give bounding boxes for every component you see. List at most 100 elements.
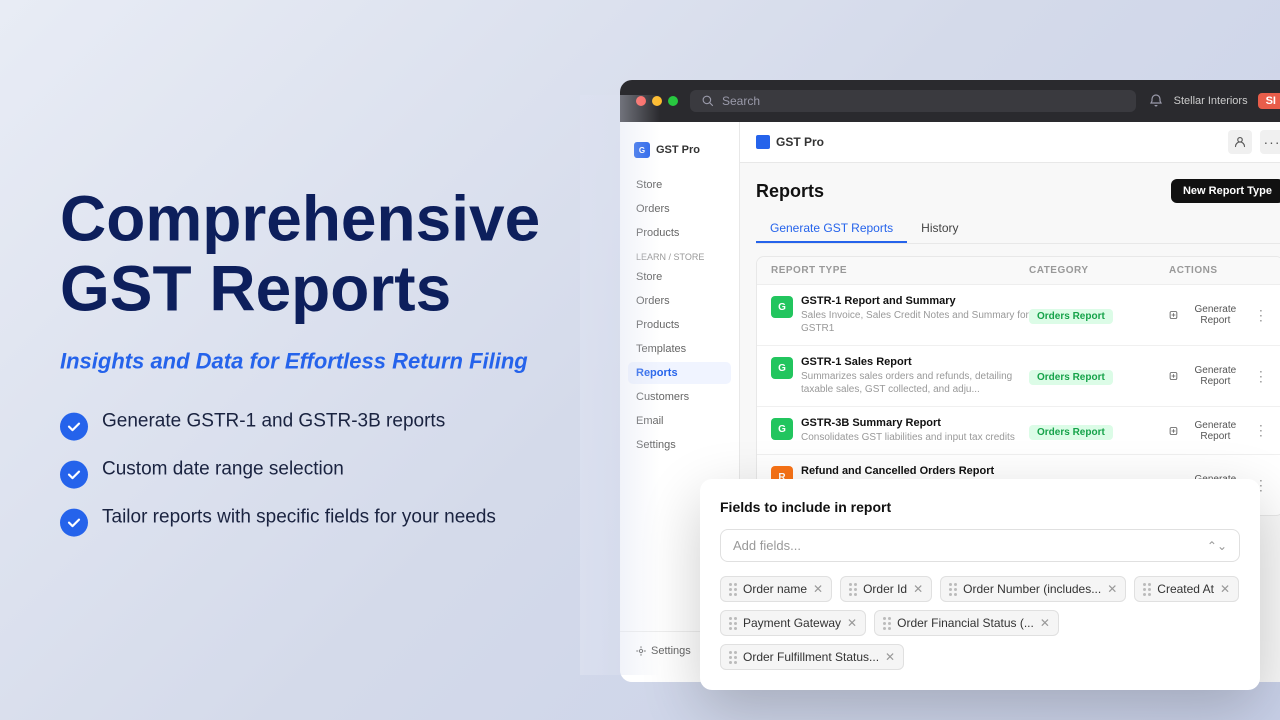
generate-report-btn-2[interactable]: Generate Report	[1169, 365, 1249, 387]
person-icon-btn[interactable]	[1228, 130, 1252, 154]
drag-handle-icon	[1143, 583, 1151, 596]
chip-close-payment-gateway[interactable]: ✕	[847, 617, 857, 629]
feature-item-2: Custom date range selection	[60, 458, 600, 488]
tab-bar: Generate GST Reports History	[756, 215, 1280, 244]
tab-history[interactable]: History	[907, 215, 972, 243]
sidebar-item-templates[interactable]: Templates	[628, 338, 731, 360]
fields-dropdown-placeholder: Add fields...	[733, 538, 801, 553]
app-logo-icon: G	[634, 142, 650, 158]
table-row: G GSTR-1 Report and Summary Sales Invoic…	[757, 285, 1280, 346]
sidebar-section-label: Learn / Store	[628, 246, 731, 264]
table-header: Report type Category Actions	[757, 257, 1280, 285]
main-title: Comprehensive GST Reports	[60, 184, 600, 325]
sidebar-item-store2[interactable]: Store	[628, 266, 731, 288]
category-badge-3: Orders Report	[1029, 425, 1113, 440]
app-header: GST Pro ···	[740, 122, 1280, 163]
chip-label-order-financial-status: Order Financial Status (...	[897, 616, 1034, 630]
report-name-cell-1: G GSTR-1 Report and Summary Sales Invoic…	[771, 295, 1029, 335]
sidebar-item-orders[interactable]: Orders	[628, 198, 731, 220]
feature-text-1: Generate GSTR-1 and GSTR-3B reports	[102, 410, 445, 432]
feature-text-2: Custom date range selection	[102, 458, 344, 480]
field-chip-order-number: Order Number (includes... ✕	[940, 576, 1126, 602]
more-icon-btn[interactable]: ···	[1260, 130, 1280, 154]
chip-close-order-number[interactable]: ✕	[1107, 583, 1117, 595]
sidebar-item-settings[interactable]: Settings	[628, 434, 731, 456]
chip-close-order-fulfillment-status[interactable]: ✕	[885, 651, 895, 663]
feature-item-1: Generate GSTR-1 and GSTR-3B reports	[60, 410, 600, 440]
app-header-title: GST Pro	[756, 135, 824, 149]
browser-actions: Stellar Interiors SI	[1148, 93, 1280, 109]
left-panel: Comprehensive GST Reports Insights and D…	[60, 184, 600, 537]
search-icon	[702, 95, 714, 107]
new-report-type-button[interactable]: New Report Type	[1171, 179, 1280, 203]
chip-label-payment-gateway: Payment Gateway	[743, 616, 841, 630]
report-name-cell-2: G GSTR-1 Sales Report Summarizes sales o…	[771, 356, 1029, 396]
report-name-1: GSTR-1 Report and Summary	[801, 295, 1029, 307]
row-more-btn-1[interactable]: ⋮	[1253, 306, 1269, 324]
row-more-btn-3[interactable]: ⋮	[1253, 422, 1269, 440]
search-text: Search	[722, 94, 760, 108]
sidebar-item-orders2[interactable]: Orders	[628, 290, 731, 312]
generate-icon-3	[1169, 426, 1178, 436]
report-desc-3: Consolidates GST liabilities and input t…	[801, 431, 1015, 444]
feature-item-3: Tailor reports with specific fields for …	[60, 506, 600, 536]
report-category-1: Orders Report	[1029, 306, 1169, 324]
sidebar-item-products[interactable]: Products	[628, 314, 731, 336]
report-name-3: GSTR-3B Summary Report	[801, 417, 1015, 429]
reports-header: Reports New Report Type	[756, 179, 1280, 203]
fields-modal-title: Fields to include in report	[720, 499, 1240, 515]
chip-close-created-at[interactable]: ✕	[1220, 583, 1230, 595]
sidebar-item-email[interactable]: Email	[628, 410, 731, 432]
report-avatar-2: G	[771, 357, 793, 379]
report-category-2: Orders Report	[1029, 367, 1169, 385]
dot-yellow[interactable]	[652, 96, 662, 106]
app-header-logo-icon	[756, 135, 770, 149]
chip-close-order-name[interactable]: ✕	[813, 583, 823, 595]
report-name-2: GSTR-1 Sales Report	[801, 356, 1029, 368]
reports-title: Reports	[756, 181, 824, 202]
actions-cell-3: Generate Report ⋮	[1169, 420, 1269, 442]
bell-icon	[1148, 93, 1164, 109]
actions-cell-1: Generate Report ⋮	[1169, 304, 1269, 326]
chip-label-order-fulfillment-status: Order Fulfillment Status...	[743, 650, 879, 664]
table-row: G GSTR-3B Summary Report Consolidates GS…	[757, 407, 1280, 455]
generate-report-btn-3[interactable]: Generate Report	[1169, 420, 1249, 442]
col-category: Category	[1029, 265, 1169, 276]
sidebar-item-store[interactable]: Store	[628, 174, 731, 196]
browser-chrome: Search Stellar Interiors SI	[620, 80, 1280, 122]
field-chip-order-financial-status: Order Financial Status (... ✕	[874, 610, 1059, 636]
chip-close-order-financial-status[interactable]: ✕	[1040, 617, 1050, 629]
sidebar-logo: G GST Pro	[620, 134, 739, 174]
subtitle: Insights and Data for Effortless Return …	[60, 348, 600, 374]
feature-text-3: Tailor reports with specific fields for …	[102, 506, 496, 528]
col-actions: Actions	[1169, 265, 1269, 276]
settings-icon	[636, 646, 646, 656]
chip-label-order-number: Order Number (includes...	[963, 582, 1101, 596]
field-chip-created-at: Created At ✕	[1134, 576, 1239, 602]
drag-handle-icon	[883, 617, 891, 630]
generate-icon-1	[1169, 310, 1178, 320]
fields-dropdown[interactable]: Add fields... ⌃⌄	[720, 529, 1240, 562]
drag-handle-icon	[949, 583, 957, 596]
field-chip-order-fulfillment-status: Order Fulfillment Status... ✕	[720, 644, 904, 670]
dot-green[interactable]	[668, 96, 678, 106]
browser-search-bar[interactable]: Search	[690, 90, 1136, 112]
settings-label: Settings	[651, 645, 691, 657]
drag-handle-icon	[849, 583, 857, 596]
sidebar-item-reports[interactable]: Reports	[628, 362, 731, 384]
fields-modal: Fields to include in report Add fields..…	[700, 479, 1260, 690]
report-desc-1: Sales Invoice, Sales Credit Notes and Su…	[801, 309, 1029, 335]
sidebar-item-columns[interactable]: Products	[628, 222, 731, 244]
feature-list: Generate GSTR-1 and GSTR-3B reports Cust…	[60, 410, 600, 536]
dot-red[interactable]	[636, 96, 646, 106]
user-label: Stellar Interiors	[1174, 95, 1248, 107]
generate-report-btn-1[interactable]: Generate Report	[1169, 304, 1249, 326]
tab-generate-gst-reports[interactable]: Generate GST Reports	[756, 215, 907, 243]
sidebar-item-customers[interactable]: Customers	[628, 386, 731, 408]
chip-label-order-name: Order name	[743, 582, 807, 596]
chip-close-order-id[interactable]: ✕	[913, 583, 923, 595]
check-icon-2	[60, 460, 88, 488]
row-more-btn-2[interactable]: ⋮	[1253, 367, 1269, 385]
col-report-type: Report type	[771, 265, 1029, 276]
person-icon	[1234, 136, 1246, 148]
